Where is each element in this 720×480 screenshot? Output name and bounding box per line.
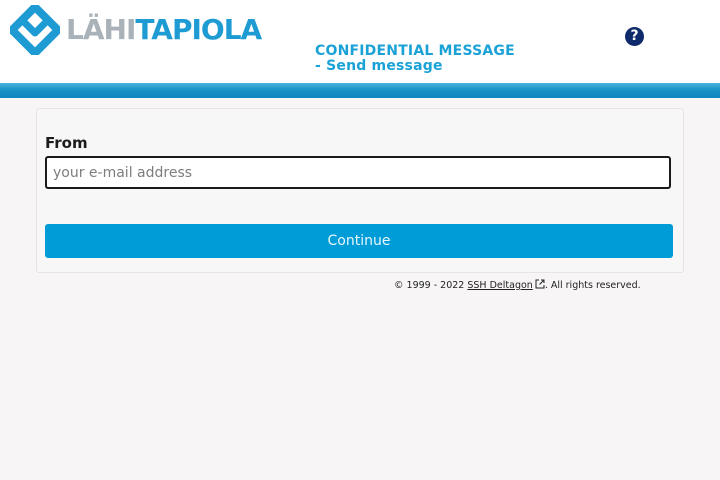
page-header: LÄHITAPIOLA CONFIDENTIAL MESSAGE - Send …	[0, 0, 720, 83]
lahitapiola-logo-icon	[10, 5, 60, 55]
help-icon[interactable]: ?	[625, 27, 644, 46]
footer-rights: . All rights reserved.	[544, 280, 641, 291]
continue-button[interactable]: Continue	[45, 224, 673, 258]
logo[interactable]: LÄHITAPIOLA	[10, 5, 262, 55]
page-title-line1: CONFIDENTIAL MESSAGE	[315, 43, 515, 59]
from-label: From	[45, 134, 88, 152]
email-field[interactable]	[45, 156, 671, 189]
page-title: CONFIDENTIAL MESSAGE - Send message	[315, 44, 515, 74]
footer: © 1999 - 2022 SSH Deltagon . All rights r…	[394, 279, 641, 291]
header-band	[0, 83, 720, 98]
external-link-icon[interactable]	[535, 279, 545, 289]
page-title-line2: - Send message	[315, 58, 443, 74]
logo-text-part1: LÄHI	[66, 13, 136, 46]
footer-copyright: © 1999 - 2022	[394, 280, 465, 291]
ssh-deltagon-link[interactable]: SSH Deltagon	[467, 280, 532, 291]
logo-text-part2: TAPIOLA	[135, 13, 262, 46]
send-message-form: From Continue	[36, 108, 684, 273]
logo-text: LÄHITAPIOLA	[66, 13, 262, 46]
